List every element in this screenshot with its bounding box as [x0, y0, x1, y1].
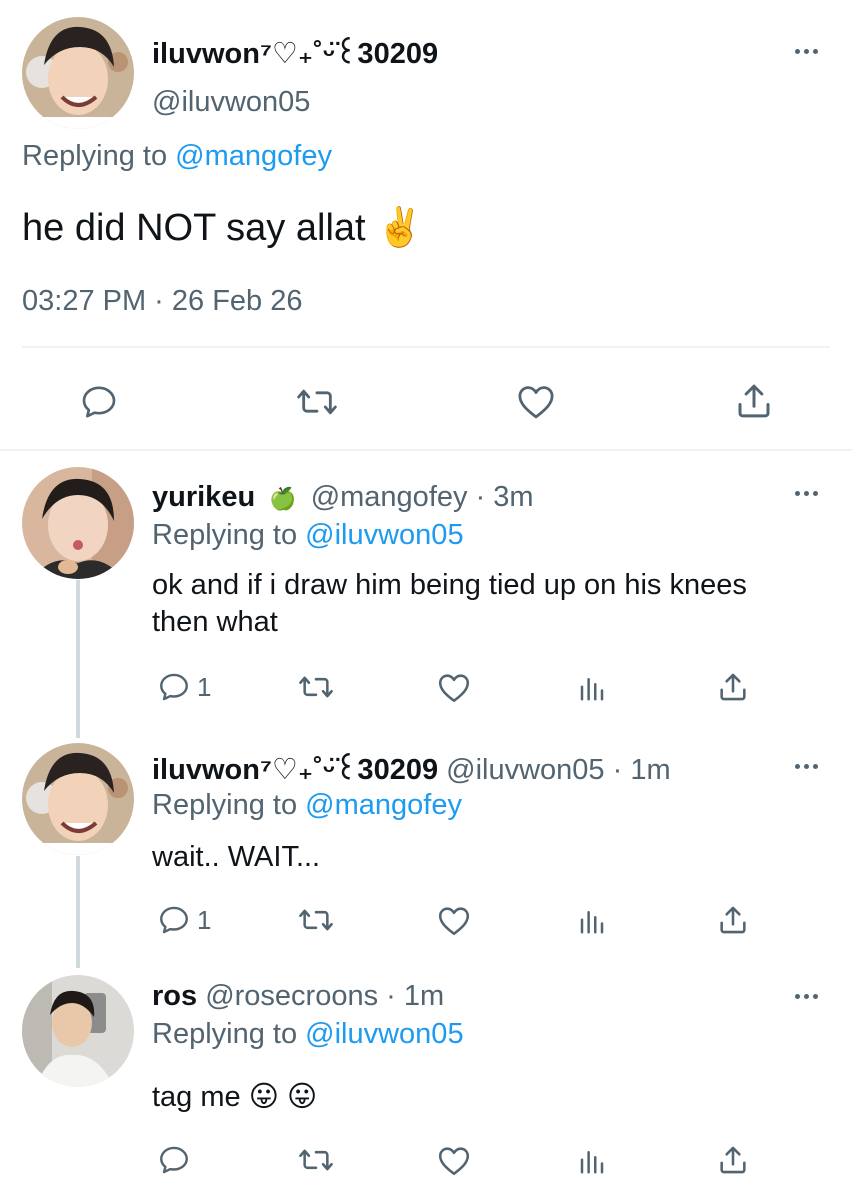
like-button[interactable]: [436, 1143, 472, 1179]
like-icon: [438, 674, 470, 703]
time[interactable]: 1m: [404, 980, 444, 1012]
retweet-button[interactable]: [297, 903, 335, 937]
analytics-icon: [580, 1151, 604, 1174]
share-icon: [720, 906, 746, 934]
reply-text-line: then what: [152, 606, 278, 638]
more-options-icon[interactable]: [795, 49, 818, 54]
reply-text: tag me 😛 😛: [152, 1081, 318, 1113]
reply-button[interactable]: 1: [157, 903, 211, 937]
replying-to: Replying to @mangofey: [152, 789, 462, 822]
replying-prefix: Replying to: [152, 519, 298, 551]
reply-text-line: ok and if i draw him being tied up on hi…: [152, 569, 747, 601]
more-options-icon[interactable]: [795, 491, 818, 496]
reply-icon: [160, 906, 188, 934]
share-button[interactable]: [733, 380, 775, 422]
reply-text: wait.. WAIT...: [152, 841, 321, 873]
like-button[interactable]: [514, 381, 558, 423]
separator: ·: [612, 754, 623, 786]
reply-button[interactable]: [79, 382, 119, 422]
avatar[interactable]: [22, 743, 134, 855]
replying-to-link[interactable]: @iluvwon05: [305, 519, 463, 551]
separator: ·: [475, 481, 486, 513]
share-icon: [738, 384, 770, 418]
replying-prefix: Replying to: [152, 1018, 298, 1050]
time[interactable]: 3m: [493, 481, 533, 513]
reply-header: iluvwon⁷♡₊˚ᵕ̈꒰30209 @iluvwon05 · 1m: [152, 749, 671, 787]
reply-count: 1: [197, 671, 212, 702]
separator: ·: [386, 980, 396, 1012]
reply-icon: [160, 673, 188, 701]
analytics-button[interactable]: [577, 1145, 607, 1177]
replying-to: Replying to @iluvwon05: [152, 519, 464, 552]
replying-to-link[interactable]: @mangofey: [175, 140, 332, 172]
tweet-timestamp[interactable]: 03:27 PM · 26 Feb 26: [22, 285, 303, 318]
display-name[interactable]: iluvwon⁷♡₊˚ᵕ̈꒰30209: [152, 33, 438, 71]
display-name[interactable]: ros: [152, 980, 197, 1012]
retweet-button[interactable]: [297, 1143, 335, 1177]
more-options-icon[interactable]: [795, 994, 818, 999]
reply-button[interactable]: [157, 1143, 197, 1177]
analytics-icon: [580, 911, 604, 934]
reply-icon: [82, 386, 116, 418]
tweet-text: he did NOT say allat ✌️: [22, 207, 424, 249]
reply-icon: [160, 1146, 188, 1174]
replying-to-link[interactable]: @iluvwon05: [305, 1018, 463, 1050]
avatar[interactable]: [22, 975, 134, 1087]
analytics-button[interactable]: [577, 672, 607, 704]
handle[interactable]: @mangofey: [311, 481, 468, 513]
like-icon: [518, 386, 554, 419]
handle[interactable]: @iluvwon05: [446, 754, 604, 786]
apple-emoji-icon: 🍏: [269, 486, 297, 511]
time[interactable]: 1m: [630, 754, 670, 786]
display-name[interactable]: yurikeu: [152, 481, 255, 513]
avatar[interactable]: [22, 17, 134, 129]
like-icon: [438, 907, 470, 936]
retweet-icon: [297, 389, 337, 415]
replying-to: Replying to @mangofey: [22, 140, 332, 173]
section-separator: [0, 449, 852, 451]
retweet-button[interactable]: [295, 382, 339, 422]
retweet-icon: [299, 676, 333, 698]
retweet-icon: [299, 909, 333, 931]
replying-to: Replying to @iluvwon05: [152, 1018, 464, 1051]
share-icon: [720, 673, 746, 701]
divider: [22, 346, 830, 348]
like-button[interactable]: [436, 903, 472, 939]
avatar[interactable]: [22, 467, 134, 579]
analytics-button[interactable]: [577, 905, 607, 937]
analytics-icon: [580, 678, 604, 701]
more-options-icon[interactable]: [795, 764, 818, 769]
like-button[interactable]: [436, 670, 472, 706]
like-icon: [438, 1147, 470, 1176]
display-name[interactable]: iluvwon⁷♡₊˚ᵕ̈꒰30209: [152, 754, 438, 786]
share-button[interactable]: [716, 1143, 750, 1177]
share-button[interactable]: [716, 670, 750, 704]
thread-line: [76, 856, 80, 968]
handle[interactable]: @iluvwon05: [152, 86, 310, 119]
reply-count: 1: [197, 904, 212, 935]
reply-header: ros @rosecroons · 1m: [152, 980, 444, 1013]
replying-prefix: Replying to: [22, 140, 168, 172]
thread-line: [76, 580, 80, 738]
reply-header: yurikeu 🍏 @mangofey · 3m: [152, 481, 534, 514]
retweet-button[interactable]: [297, 670, 335, 704]
share-icon: [720, 1146, 746, 1174]
share-button[interactable]: [716, 903, 750, 937]
retweet-icon: [299, 1149, 333, 1171]
handle[interactable]: @rosecroons: [205, 980, 378, 1012]
reply-button[interactable]: 1: [157, 670, 211, 704]
replying-prefix: Replying to: [152, 789, 298, 821]
replying-to-link[interactable]: @mangofey: [305, 789, 462, 821]
